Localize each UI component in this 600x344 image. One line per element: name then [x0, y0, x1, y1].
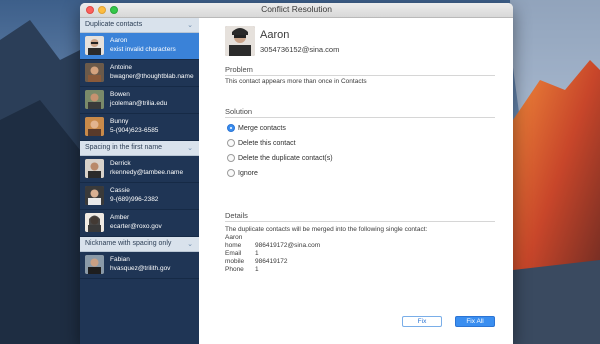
- contact-detail: hvasquez@trilith.gov: [110, 265, 171, 272]
- sidebar-contact-aaron[interactable]: Aaron exist invalid characters: [80, 33, 199, 60]
- contact-name: Cassie: [110, 187, 130, 194]
- contact-name: Aaron: [110, 37, 128, 44]
- contact-detail: exist invalid characters: [110, 46, 176, 53]
- group-header-label: Duplicate contacts: [85, 21, 143, 28]
- sidebar-contact-fabian[interactable]: Fabian hvasquez@trilith.gov: [80, 252, 199, 279]
- sidebar-contact-derrick[interactable]: Derrick rkennedy@tambee.name: [80, 156, 199, 183]
- field-key: Email: [225, 250, 242, 257]
- divider: [225, 75, 495, 76]
- sidebar-contact-bunny[interactable]: Bunny 5-(904)623-6585: [80, 114, 199, 141]
- avatar: [85, 186, 104, 205]
- option-delete-duplicates[interactable]: Delete the duplicate contact(s): [227, 153, 333, 163]
- contact-name: Amber: [110, 214, 130, 221]
- field-value: 1: [255, 266, 259, 273]
- problem-text: This contact appears more than once in C…: [225, 78, 367, 85]
- contact-name: Antoine: [110, 64, 133, 71]
- avatar: [85, 255, 104, 274]
- chevron-down-icon[interactable]: ⌄: [187, 21, 193, 29]
- sidebar-contact-bowen[interactable]: Bowen jcoleman@trilia.edu: [80, 87, 199, 114]
- option-label: Delete this contact: [238, 139, 296, 147]
- avatar: [85, 117, 104, 136]
- title-bar: Conflict Resolution: [80, 3, 513, 18]
- fix-all-button[interactable]: Fix All: [455, 316, 495, 327]
- contact-name: Bunny: [110, 118, 129, 125]
- details-field-home: home 986419172@sina.com: [225, 242, 320, 249]
- sidebar-contact-amber[interactable]: Amber ecarter@roxo.gov: [80, 210, 199, 237]
- avatar: [85, 159, 104, 178]
- chevron-down-icon[interactable]: ⌄: [187, 240, 193, 248]
- avatar: [85, 90, 104, 109]
- group-header-nickname-spacing[interactable]: Nickname with spacing only ⌄: [80, 237, 199, 252]
- contact-detail: ecarter@roxo.gov: [110, 223, 162, 230]
- contact-detail: rkennedy@tambee.name: [110, 169, 184, 176]
- field-value: 986419172@sina.com: [255, 242, 321, 249]
- sidebar-contact-antoine[interactable]: Antoine bwagner@thoughtblab.name: [80, 60, 199, 87]
- problem-label: Problem: [225, 65, 253, 74]
- contact-name: Bowen: [110, 91, 130, 98]
- divider: [225, 117, 495, 118]
- contact-detail: 5-(904)623-6585: [110, 127, 159, 134]
- radio-button[interactable]: [227, 139, 235, 147]
- sidebar-contact-cassie[interactable]: Cassie 9-(689)996-2382: [80, 183, 199, 210]
- avatar: [85, 213, 104, 232]
- details-field-phone: Phone 1: [225, 266, 259, 273]
- option-delete-this-contact[interactable]: Delete this contact: [227, 138, 296, 148]
- avatar: [85, 36, 104, 55]
- conflict-resolution-window: Conflict Resolution Duplicate contacts ⌄…: [80, 3, 513, 344]
- radio-button-selected[interactable]: [227, 124, 235, 132]
- field-value: 986419172: [255, 258, 288, 265]
- contact-title-name: Aaron: [260, 29, 290, 41]
- details-intro: The duplicate contacts will be merged in…: [225, 226, 428, 233]
- contact-name: Derrick: [110, 160, 131, 167]
- contact-detail: jcoleman@trilia.edu: [110, 100, 168, 107]
- contact-detail-panel: Aaron 3054736152@sina.com Problem This c…: [199, 18, 513, 344]
- radio-button[interactable]: [227, 169, 235, 177]
- option-label: Delete the duplicate contact(s): [238, 154, 333, 162]
- chevron-down-icon[interactable]: ⌄: [187, 144, 193, 152]
- contact-detail: 9-(689)996-2382: [110, 196, 159, 203]
- field-value: 1: [255, 250, 259, 257]
- group-header-label: Spacing in the first name: [85, 144, 163, 151]
- fix-button[interactable]: Fix: [402, 316, 442, 327]
- option-label: Merge contacts: [238, 124, 286, 132]
- group-header-spacing-first-name[interactable]: Spacing in the first name ⌄: [80, 141, 199, 156]
- contact-title-email: 3054736152@sina.com: [260, 45, 340, 54]
- field-key: mobile: [225, 258, 245, 265]
- avatar: [85, 63, 104, 82]
- avatar: [225, 26, 255, 56]
- field-key: home: [225, 242, 242, 249]
- conflict-sidebar: Duplicate contacts ⌄ Aaron exist invalid…: [80, 18, 199, 344]
- contact-detail: bwagner@thoughtblab.name: [110, 73, 194, 80]
- divider: [225, 221, 495, 222]
- option-ignore[interactable]: Ignore: [227, 168, 258, 178]
- option-label: Ignore: [238, 169, 258, 177]
- solution-label: Solution: [225, 107, 253, 116]
- group-header-label: Nickname with spacing only: [85, 240, 172, 247]
- details-field-email: Email 1: [225, 250, 259, 257]
- radio-button[interactable]: [227, 154, 235, 162]
- contact-name: Fabian: [110, 256, 130, 263]
- details-field-mobile: mobile 986419172: [225, 258, 288, 265]
- group-header-duplicate-contacts[interactable]: Duplicate contacts ⌄: [80, 18, 199, 33]
- option-merge-contacts[interactable]: Merge contacts: [227, 123, 286, 133]
- window-title: Conflict Resolution: [261, 4, 332, 14]
- field-key: Phone: [225, 266, 244, 273]
- details-label: Details: [225, 211, 248, 220]
- details-name: Aaron: [225, 234, 243, 241]
